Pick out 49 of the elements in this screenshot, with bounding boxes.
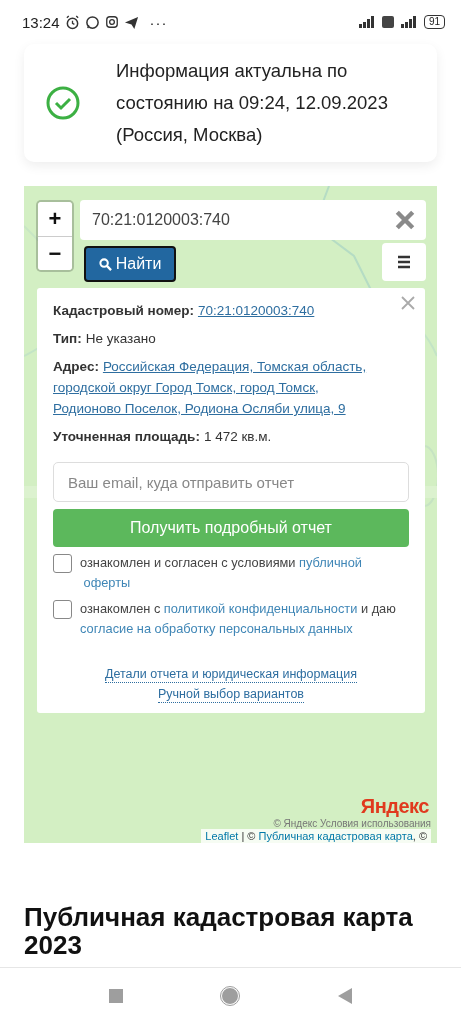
close-icon[interactable]	[394, 209, 416, 231]
more-indicator: ···	[149, 13, 168, 31]
send-icon	[123, 14, 139, 30]
close-icon[interactable]	[401, 296, 415, 310]
map-terms-text: © Яндекс Условия использования	[273, 818, 431, 829]
find-button[interactable]: Найти	[84, 246, 176, 282]
consent-text: ознакомлен с политикой конфиденциальности и даю согласие на обработку персональных данных	[80, 600, 397, 638]
home-icon[interactable]	[220, 986, 241, 1006]
recents-icon[interactable]	[108, 989, 123, 1003]
checkbox[interactable]	[53, 554, 72, 573]
field-label: Уточненная площадь:	[53, 429, 200, 444]
email-field[interactable]: Ваш email, куда отправить отчет	[53, 462, 409, 502]
field-value: Не указано	[85, 331, 156, 346]
chat-icon	[84, 14, 100, 30]
field-label: Кадастровый номер:	[53, 303, 194, 318]
alarm-icon	[64, 14, 80, 30]
attribution-text: Leaflet | © Публичная кадастровая карта, ©	[201, 829, 431, 843]
status-time: 13:24	[22, 13, 60, 31]
zoom-out-button[interactable]: −	[38, 236, 72, 270]
signal-icon	[356, 16, 377, 28]
consent-text: ознакомлен и согласен с условиями публичной оферты	[80, 554, 363, 592]
battery-indicator: 91	[423, 15, 445, 29]
field-value: 1 472 кв.м.	[203, 429, 272, 444]
field-link[interactable]: городской округ Город Томск, город Томск,	[53, 380, 319, 395]
map-logo: Яндекс	[360, 795, 429, 818]
notice-text: Информация актуальна по состоянию на 09:24, 12.09.2023 (Россия, Москва)	[116, 59, 389, 147]
field-link[interactable]: 70:21:0120003:740	[197, 303, 315, 318]
consent-link[interactable]: политикой конфиденциальности	[163, 601, 358, 616]
dotted-link[interactable]: Ручной выбор вариантов	[158, 687, 304, 703]
dotted-link[interactable]: Детали отчета и юридическая информация	[105, 667, 357, 683]
field-label: Тип:	[53, 331, 82, 346]
field-link[interactable]: Родионово Поселок, Родиона Осляби улица, 9	[53, 401, 346, 416]
field-link[interactable]: Российская Федерация, Томская область,	[102, 359, 367, 374]
check-circle-icon	[46, 86, 80, 120]
signal-icon	[398, 16, 419, 28]
attribution-link[interactable]: Leaflet	[205, 830, 239, 842]
attribution-link[interactable]: Публичная кадастровая карта	[258, 830, 413, 842]
search-field[interactable]: 70:21:0120003:740	[80, 200, 426, 240]
menu-button[interactable]	[382, 243, 426, 281]
consent-link[interactable]: согласие на обработку персональных данных	[80, 621, 353, 636]
consent-link[interactable]: публичной	[299, 555, 362, 570]
consent-link[interactable]: оферты	[83, 575, 131, 590]
checkbox[interactable]	[53, 600, 72, 619]
menu-icon	[397, 255, 411, 269]
back-icon[interactable]	[338, 988, 353, 1004]
field-label: Адрес:	[53, 359, 99, 374]
page-heading: Публичная кадастровая карта 2023	[24, 903, 414, 959]
search-icon	[98, 257, 112, 271]
camera-icon	[104, 15, 119, 29]
